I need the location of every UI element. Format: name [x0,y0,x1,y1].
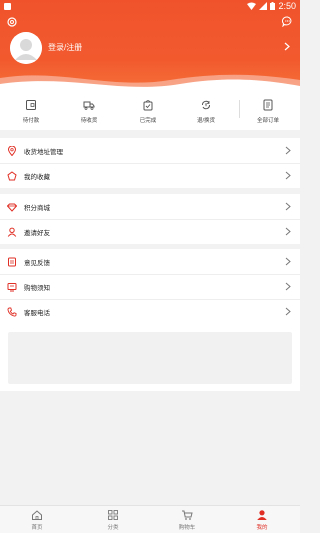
status-bar: 2:50 [0,0,300,12]
refund-icon: ¥ [202,100,210,110]
profile-chevron-icon[interactable] [284,42,290,54]
order-label: 全部订单 [256,118,279,124]
avatar[interactable] [10,32,42,64]
menu-group-support: 意见反馈 购物须知 客服电话 [0,249,300,324]
order-label: 退/换货 [196,118,216,124]
menu-label: 意见反馈 [24,259,50,267]
location-icon [7,145,17,156]
menu-item-points-mall[interactable]: 积分商城 [0,194,300,219]
menu-label: 积分商城 [24,204,50,212]
login-register-link[interactable]: 登录/注册 [48,42,82,53]
menu-item-address[interactable]: 收货地址管理 [0,138,300,163]
tab-label: 购物车 [178,525,196,531]
menu-group-account: 收货地址管理 我的收藏 [0,138,300,188]
tab-label: 首页 [31,525,43,531]
menu-item-shopping-notice[interactable]: 购物须知 [0,274,300,299]
order-all[interactable]: 全部订单 [248,99,288,124]
message-icon[interactable] [282,16,293,27]
wifi-icon [247,2,257,10]
phone-icon [7,307,17,317]
list-icon [263,99,273,111]
user-icon [257,510,267,520]
menu-label: 我的收藏 [24,173,50,181]
menu-label: 购物须知 [24,284,50,292]
notice-icon [7,282,17,292]
menu-item-feedback[interactable]: 意见反馈 [0,249,300,274]
menu-item-customer-service[interactable]: 客服电话 [0,299,300,324]
chevron-right-icon [285,257,291,266]
svg-text:¥: ¥ [205,103,208,108]
header-top-icons [0,14,300,30]
tab-mine[interactable]: 我的 [242,509,282,531]
pentagon-star-icon [7,170,17,181]
tab-label: 我的 [256,525,268,531]
chevron-right-icon [285,171,291,180]
truck-icon [83,101,95,110]
cart-icon [182,510,193,520]
bag-check-icon [143,100,153,111]
notification-icon [4,2,11,10]
chevron-right-icon [285,282,291,291]
chevron-right-icon [285,227,291,236]
order-shortcuts: 待付款 待收货 已完成 ¥ 退/换货 全部订单 [0,92,300,130]
chevron-right-icon [285,202,291,211]
chevron-right-icon [285,307,291,316]
tab-label: 分类 [107,525,119,531]
menu-label: 邀请好友 [24,229,50,237]
wallet-icon [26,100,36,110]
signal-icon [259,2,268,10]
menu-item-invite-friends[interactable]: 邀请好友 [0,219,300,244]
feedback-icon [7,257,17,267]
battery-icon [270,2,276,10]
settings-icon[interactable] [7,17,17,27]
order-label: 已完成 [139,118,157,124]
person-icon [7,227,17,237]
chevron-right-icon [285,146,291,155]
tab-home[interactable]: 首页 [17,509,57,531]
tab-cart[interactable]: 购物车 [167,509,207,531]
order-refund-exchange[interactable]: ¥ 退/换货 [186,99,226,124]
order-completed[interactable]: 已完成 [128,99,168,124]
menu-label: 收货地址管理 [24,148,63,156]
menu-label: 客服电话 [24,309,50,317]
menu-item-favorites[interactable]: 我的收藏 [0,163,300,188]
menu-group-points: 积分商城 邀请好友 [0,194,300,244]
banner-placeholder [8,332,292,384]
avatar-placeholder-icon [10,32,42,64]
grid-icon [108,510,118,520]
order-divider [239,100,240,118]
order-label: 待收货 [80,118,98,124]
status-time: 2:50 [278,1,296,11]
bottom-tab-bar: 首页 分类 购物车 我的 [0,505,300,533]
diamond-icon [7,202,17,212]
order-label: 待付款 [22,118,40,124]
tab-category[interactable]: 分类 [93,509,133,531]
order-pending-receipt[interactable]: 待收货 [69,99,109,124]
home-icon [32,510,42,520]
order-pending-payment[interactable]: 待付款 [11,99,51,124]
